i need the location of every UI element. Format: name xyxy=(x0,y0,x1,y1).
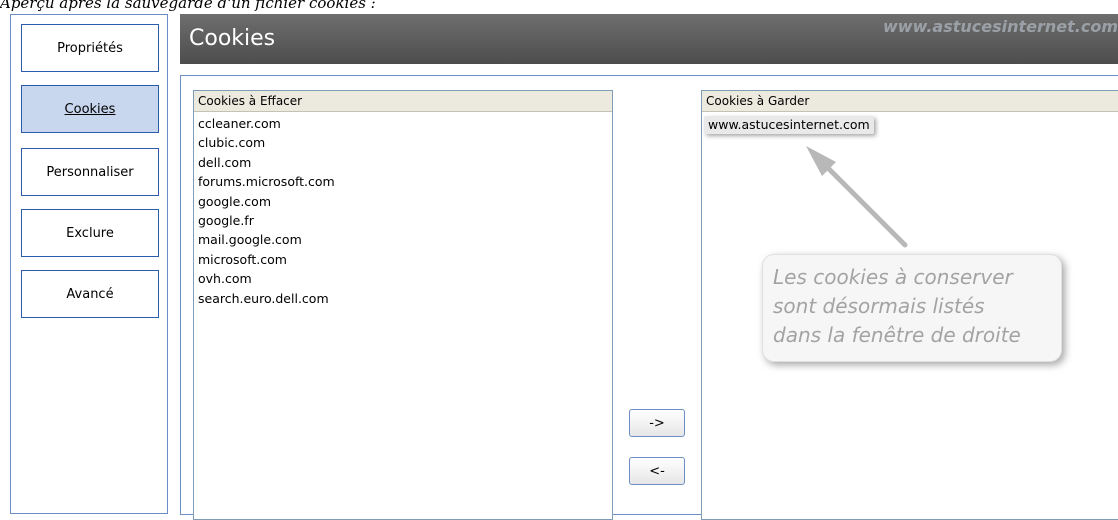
nav-label: Cookies xyxy=(64,101,116,117)
nav-button-avance[interactable]: Avancé xyxy=(21,270,159,318)
page-title: Cookies xyxy=(189,26,276,51)
watermark: www.astucesinternet.com xyxy=(883,17,1118,36)
erase-list-item[interactable]: dell.com xyxy=(198,153,608,172)
keep-list-item[interactable]: www.astucesinternet.com xyxy=(704,116,874,134)
page-header: Cookies www.astucesinternet.com xyxy=(180,14,1118,64)
nav-button-personnaliser[interactable]: Personnaliser xyxy=(21,148,159,196)
erase-list-item[interactable]: clubic.com xyxy=(198,133,608,152)
callout-text: Les cookies à conserver sont désormais l… xyxy=(773,265,1021,347)
erase-list-item[interactable]: microsoft.com xyxy=(198,250,608,269)
erase-list-item[interactable]: google.com xyxy=(198,192,608,211)
nav-button-exclure[interactable]: Exclure xyxy=(21,209,159,257)
nav-button-proprietes[interactable]: Propriétés xyxy=(21,24,159,72)
keep-list-header: Cookies à Garder xyxy=(702,91,1118,112)
erase-list-items: ccleaner.com clubic.com dell.com forums.mic… xyxy=(194,112,612,310)
sidebar: Propriétés Cookies Personnaliser Exclure… xyxy=(10,14,168,514)
erase-list-item[interactable]: google.fr xyxy=(198,211,608,230)
caption-text: Aperçu après la sauvegarde d'un fichier … xyxy=(0,0,376,12)
erase-list-item[interactable]: ccleaner.com xyxy=(198,114,608,133)
erase-list-item[interactable]: search.euro.dell.com xyxy=(198,289,608,308)
erase-list-item[interactable]: ovh.com xyxy=(198,269,608,288)
nav-label: Personnaliser xyxy=(46,164,134,180)
nav-label: Avancé xyxy=(66,286,114,302)
nav-label: Exclure xyxy=(66,225,114,241)
move-left-button[interactable]: <- xyxy=(629,457,685,485)
erase-list-item[interactable]: mail.google.com xyxy=(198,230,608,249)
erase-list-item[interactable]: forums.microsoft.com xyxy=(198,172,608,191)
move-right-button[interactable]: -> xyxy=(629,409,685,437)
nav-label: Propriétés xyxy=(57,40,123,56)
erase-list-header: Cookies à Effacer xyxy=(194,91,612,112)
erase-list[interactable]: Cookies à Effacer ccleaner.com clubic.com… xyxy=(193,90,613,520)
annotation-callout: Les cookies à conserver sont désormais l… xyxy=(762,254,1062,362)
nav-button-cookies[interactable]: Cookies xyxy=(21,85,159,133)
keep-list-items: www.astucesinternet.com xyxy=(702,112,1118,136)
